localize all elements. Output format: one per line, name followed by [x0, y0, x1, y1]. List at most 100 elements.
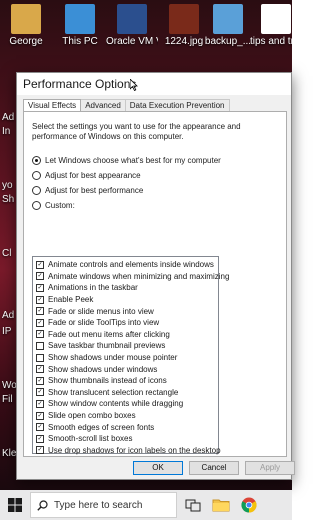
desktop-icon-label: backup_... — [204, 36, 252, 47]
cancel-button[interactable]: Cancel — [189, 461, 239, 475]
effect-label: Fade or slide ToolTips into view — [48, 318, 160, 328]
effect-item[interactable]: ✓ Animations in the taskbar — [33, 282, 218, 294]
checkbox-checked[interactable]: ✓ — [36, 434, 44, 443]
windows-logo-icon — [8, 498, 22, 512]
visual-effects-panel: Select the settings you want to use for … — [23, 111, 287, 457]
desktop-file-icon — [169, 4, 199, 34]
checkbox-unchecked[interactable] — [36, 341, 44, 350]
effect-item[interactable]: ✓ Fade out menu items after clicking — [33, 329, 218, 341]
checkbox-checked[interactable]: ✓ — [36, 318, 44, 327]
effect-item[interactable]: Show shadows under mouse pointer — [33, 352, 218, 364]
desktop-icon[interactable]: This PC — [54, 4, 106, 48]
effect-label: Fade or slide menus into view — [48, 306, 154, 316]
desktop-icon-label-partial: Ad — [2, 112, 15, 123]
desktop-icon[interactable]: George — [0, 4, 52, 48]
checkbox-checked[interactable]: ✓ — [36, 307, 44, 316]
desktop-icon[interactable]: Oracle VM Virtu... — [106, 4, 158, 48]
desktop-icon[interactable]: backup_... — [202, 4, 254, 48]
search-icon — [37, 499, 48, 511]
file-explorer-icon[interactable] — [209, 493, 233, 517]
effect-label: Show translucent selection rectangle — [48, 387, 179, 397]
desktop-icon-label-partial: In — [2, 126, 11, 137]
taskbar: Type here to search — [0, 490, 292, 520]
effect-item[interactable]: ✓ Show thumbnails instead of icons — [33, 375, 218, 387]
effect-item[interactable]: ✓ Animate controls and elements inside wi… — [33, 259, 218, 271]
desktop-icon-label-partial: IP — [2, 326, 12, 337]
checkbox-checked[interactable]: ✓ — [36, 446, 44, 455]
effect-label: Slide open combo boxes — [48, 411, 136, 421]
desktop-icon-label-partial: Sh — [2, 194, 15, 205]
chrome-icon[interactable] — [237, 493, 261, 517]
checkbox-unchecked[interactable] — [36, 353, 44, 362]
apply-button[interactable]: Apply — [245, 461, 295, 475]
effect-label: Smooth-scroll list boxes — [48, 434, 133, 444]
effect-item[interactable]: Save taskbar thumbnail previews — [33, 340, 218, 352]
effect-label: Show thumbnails instead of icons — [48, 376, 167, 386]
desktop-icon-label: George — [9, 36, 43, 47]
desktop-icon[interactable]: tips and tricsk fo — [250, 4, 292, 48]
effect-item[interactable]: ✓ Slide open combo boxes — [33, 410, 218, 422]
desktop-file-icon — [117, 4, 147, 34]
radio-label: Adjust for best performance — [45, 186, 144, 195]
radio-button[interactable] — [32, 171, 41, 180]
effect-item[interactable]: ✓ Smooth-scroll list boxes — [33, 433, 218, 445]
radio-button[interactable] — [32, 201, 41, 210]
checkbox-checked[interactable]: ✓ — [36, 260, 44, 269]
desktop-file-icon — [213, 4, 243, 34]
effect-item[interactable]: ✓ Show translucent selection rectangle — [33, 387, 218, 399]
effect-label: Animations in the taskbar — [48, 283, 138, 293]
desktop-file-icon — [11, 4, 41, 34]
dialog-titlebar[interactable]: Performance Options — [17, 73, 291, 95]
checkbox-checked[interactable]: ✓ — [36, 295, 44, 304]
effect-item[interactable]: ✓ Smooth edges of screen fonts — [33, 421, 218, 433]
taskbar-search-box[interactable]: Type here to search — [30, 492, 177, 518]
radio-best-performance[interactable]: Adjust for best performance — [32, 186, 143, 195]
radio-label: Adjust for best appearance — [45, 171, 141, 180]
effect-label: Show shadows under mouse pointer — [48, 353, 178, 363]
effect-item[interactable]: ✓ Enable Peek — [33, 294, 218, 306]
desktop-icon-label-partial: Wo — [2, 380, 17, 391]
effect-item[interactable]: ✓ Use drop shadows for icon labels on the… — [33, 445, 221, 457]
mouse-cursor-icon — [130, 79, 138, 91]
radio-best-appearance[interactable]: Adjust for best appearance — [32, 171, 141, 180]
effect-item[interactable]: ✓ Show window contents while dragging — [33, 398, 218, 410]
desktop-icon-label: Oracle VM Virtu... — [106, 36, 158, 47]
radio-button[interactable] — [32, 186, 41, 195]
checkbox-checked[interactable]: ✓ — [36, 283, 44, 292]
dialog-title: Performance Options — [23, 77, 137, 91]
effect-item[interactable]: ✓ Animate windows when minimizing and max… — [33, 271, 229, 283]
effect-item[interactable]: ✓ Fade or slide ToolTips into view — [33, 317, 218, 329]
radio-let-windows-choose[interactable]: Let Windows choose what's best for my co… — [32, 156, 221, 165]
ok-button[interactable]: OK — [133, 461, 183, 475]
radio-custom[interactable]: Custom: — [32, 201, 75, 210]
checkbox-checked[interactable]: ✓ — [36, 376, 44, 385]
effect-label: Animate controls and elements inside win… — [48, 260, 214, 270]
radio-label: Custom: — [45, 201, 75, 210]
effect-label: Animate windows when minimizing and maxi… — [48, 271, 230, 281]
checkbox-checked[interactable]: ✓ — [36, 272, 44, 281]
checkbox-checked[interactable]: ✓ — [36, 388, 44, 397]
radio-button[interactable] — [32, 156, 41, 165]
checkbox-checked[interactable]: ✓ — [36, 411, 44, 420]
effect-item[interactable]: ✓ Show shadows under windows — [33, 363, 218, 375]
tab-strip: Visual Effects Advanced Data Execution P… — [23, 99, 230, 113]
effect-label: Smooth edges of screen fonts — [48, 422, 155, 432]
start-button[interactable] — [0, 490, 30, 520]
task-view-icon[interactable] — [181, 493, 205, 517]
dialog-button-row: OK Cancel Apply — [17, 461, 295, 475]
performance-options-dialog: Performance Options Visual Effects Advan… — [16, 72, 295, 480]
desktop-icon-label-partial: Ad — [2, 310, 15, 321]
checkbox-checked[interactable]: ✓ — [36, 330, 44, 339]
checkbox-checked[interactable]: ✓ — [36, 399, 44, 408]
desktop-icon-label: tips and tricsk fo — [250, 36, 292, 47]
search-placeholder: Type here to search — [54, 499, 143, 511]
desktop-icon-label-partial: Fil — [2, 394, 13, 405]
desktop-file-icon — [261, 4, 291, 34]
checkbox-checked[interactable]: ✓ — [36, 423, 44, 432]
visual-effects-list[interactable]: ✓ Animate controls and elements inside wi… — [32, 256, 229, 457]
effect-item[interactable]: ✓ Fade or slide menus into view — [33, 305, 218, 317]
checkbox-checked[interactable]: ✓ — [36, 365, 44, 374]
effect-label: Show shadows under windows — [48, 364, 158, 374]
desktop-icon-label: This PC — [62, 36, 98, 47]
desktop-file-icon — [65, 4, 95, 34]
